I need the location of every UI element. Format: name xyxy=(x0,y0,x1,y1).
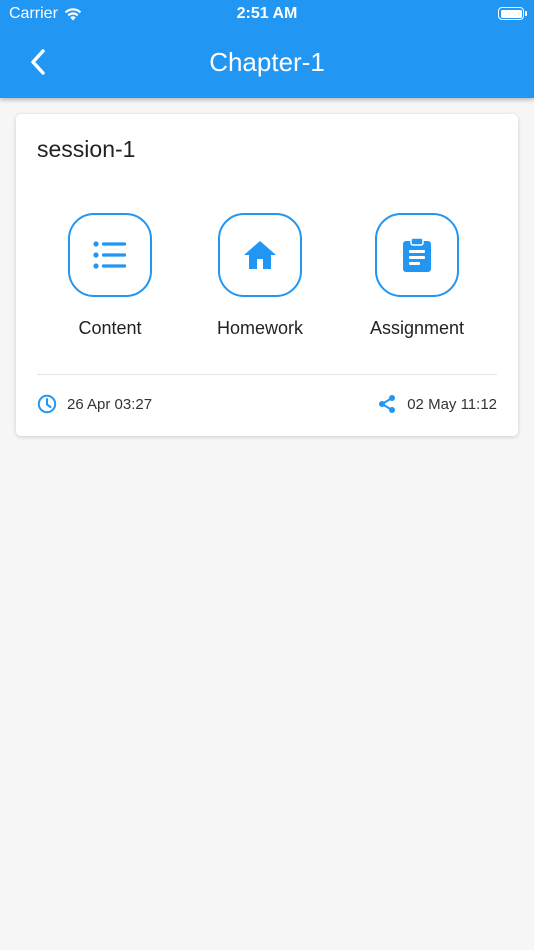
clipboard-icon xyxy=(401,237,433,273)
assignment-label: Assignment xyxy=(369,318,465,338)
battery-icon xyxy=(498,7,527,20)
shared-time: 02 May 11:12 xyxy=(377,394,497,414)
created-time: 26 Apr 03:27 xyxy=(37,394,152,414)
battery-level xyxy=(500,9,522,18)
content-label: Content xyxy=(78,318,142,338)
home-icon xyxy=(242,239,278,271)
content-icon-circle[interactable] xyxy=(68,213,152,297)
homework-button[interactable]: Homework xyxy=(195,213,325,339)
card-divider xyxy=(37,374,497,375)
page-title: Chapter-1 xyxy=(209,47,325,77)
list-icon xyxy=(93,240,127,270)
session-title: session-1 xyxy=(37,136,136,162)
homework-label: Homework xyxy=(216,318,304,338)
share-icon[interactable] xyxy=(377,394,397,414)
created-time-label: 26 Apr 03:27 xyxy=(67,395,153,413)
status-time: 2:51 AM xyxy=(236,5,298,22)
status-bar: Carrier 2:51 AM xyxy=(0,0,534,28)
assignment-button[interactable]: Assignment xyxy=(352,213,482,339)
session-card: session-1 Content Homework Assignment 26… xyxy=(16,114,518,436)
app-bar: Carrier 2:51 AM Chapter-1 xyxy=(0,0,534,98)
homework-icon-circle[interactable] xyxy=(218,213,302,297)
clock-icon xyxy=(37,394,57,414)
assignment-icon-circle[interactable] xyxy=(375,213,459,297)
shared-time-label: 02 May 11:12 xyxy=(407,395,497,413)
content-button[interactable]: Content xyxy=(45,213,175,339)
